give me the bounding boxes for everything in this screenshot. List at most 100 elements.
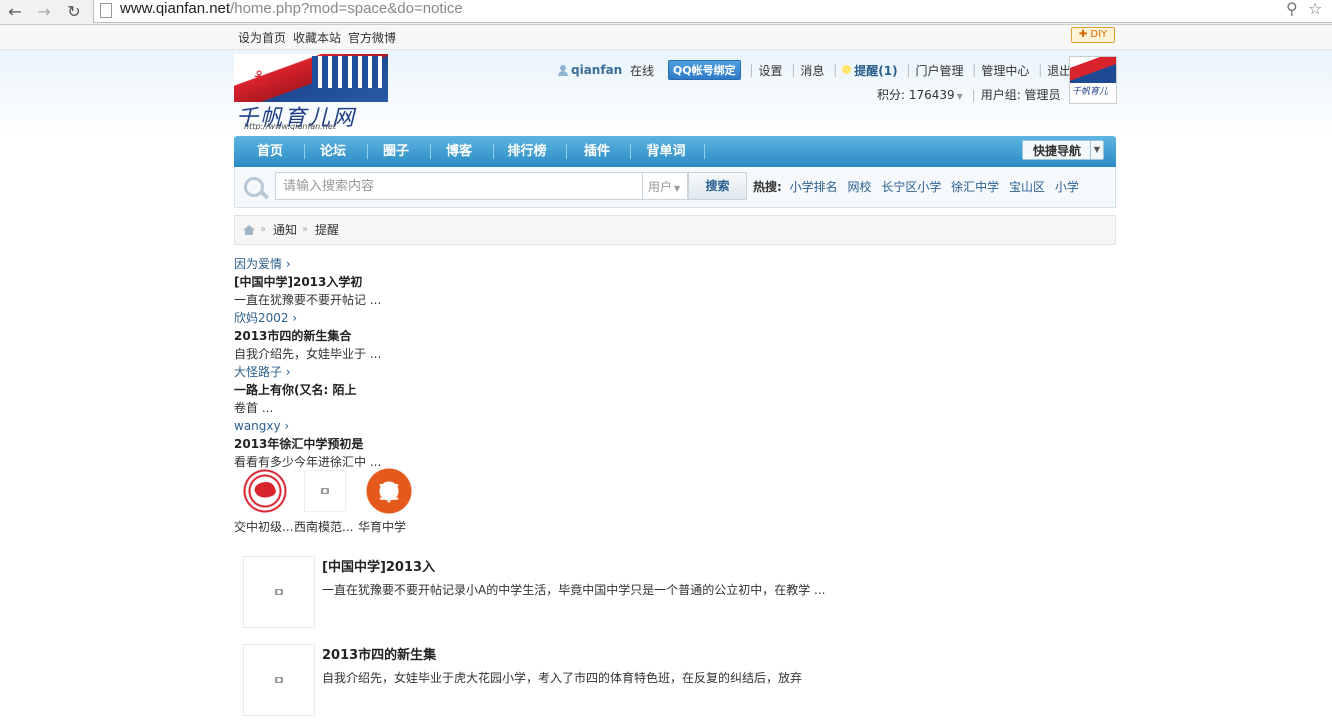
group-thumb-caption[interactable]: 西南模范... <box>294 518 356 535</box>
notice-title[interactable]: 一路上有你(又名: 陌上 <box>234 381 534 399</box>
notice-author[interactable]: 因为爱情 › <box>234 255 534 273</box>
school-seal-icon[interactable] <box>242 468 288 514</box>
bookmark-link[interactable]: 收藏本站 <box>293 31 341 45</box>
quick-nav-button[interactable]: 快捷导航 ▼ <box>1022 140 1104 160</box>
site-logo[interactable]: ⚓ 千帆育儿网 http://www.qianfan.net <box>234 54 388 130</box>
notice-author[interactable]: 大怪路子 › <box>234 363 534 381</box>
notice-summary: 卷首 ... <box>234 401 274 415</box>
article-title[interactable]: 2013市四的新生集 <box>322 644 436 663</box>
address-bar[interactable]: www.qianfan.net/home.php?mod=space&do=no… <box>93 0 1332 23</box>
article-thumbnail[interactable] <box>243 644 315 716</box>
user-icon <box>558 64 568 76</box>
user-stats: 积分: 176439 ▼ | 用户组: 管理员 <box>877 88 1061 102</box>
official-weibo-link[interactable]: 官方微博 <box>348 31 396 45</box>
notice-summary: 自我介绍先，女娃毕业于 ... <box>234 347 382 361</box>
nav-item-home[interactable]: 首页 <box>246 136 294 167</box>
logout-link[interactable]: 退出 <box>1047 62 1071 79</box>
search-bar: 请输入搜索内容 用户 ▼ 搜索 热搜: 小学排名 网校 长宁区小学 徐汇中学 宝山… <box>234 167 1116 208</box>
nav-item-plugins[interactable]: 插件 <box>571 136 623 167</box>
list-item: wangxy › 2013年徐汇中学预初是 看看有多少今年进徐汇中 ... <box>234 417 534 471</box>
hot-keyword[interactable]: 长宁区小学 <box>881 180 941 194</box>
list-item: 大怪路子 › 一路上有你(又名: 陌上 卷首 ... <box>234 363 534 417</box>
search-icon <box>244 177 264 197</box>
nav-item-blog[interactable]: 博客 <box>435 136 483 167</box>
nav-item-vocabulary[interactable]: 背单词 <box>635 136 697 167</box>
article-summary: 一直在犹豫要不要开帖记录小A的中学生活，毕竟中国中学只是一个普通的公立初中，在教… <box>322 583 826 597</box>
messages-link[interactable]: 消息 <box>800 62 824 79</box>
nav-item-forum[interactable]: 论坛 <box>309 136 357 167</box>
chevron-down-icon: ▼ <box>1090 141 1103 159</box>
remind-link[interactable]: 提醒(1) <box>854 62 897 79</box>
browser-toolbar: ← → ↻ www.qianfan.net/home.php?mod=space… <box>0 0 1332 25</box>
notice-summary: 一直在犹豫要不要开帖记 ... <box>234 293 382 307</box>
bulb-icon <box>842 64 852 76</box>
home-icon[interactable] <box>243 225 255 235</box>
main-nav: 首页 论坛 圈子 博客 排行榜 插件 背单词 快捷导航 ▼ <box>234 136 1116 167</box>
arrow-left-icon[interactable]: ← <box>4 2 26 22</box>
notice-author[interactable]: 欣妈2002 › <box>234 309 534 327</box>
hot-keyword[interactable]: 小学 <box>1055 180 1079 194</box>
group-thumb[interactable]: 交中初级... <box>234 468 296 535</box>
notice-title[interactable]: [中国中学]2013入学初 <box>234 273 534 291</box>
url-text[interactable]: www.qianfan.net/home.php?mod=space&do=no… <box>120 0 463 18</box>
article-item: [中国中学]2013入 一直在犹豫要不要开帖记录小A的中学生活，毕竟中国中学只是… <box>243 556 1103 632</box>
article-title[interactable]: [中国中学]2013入 <box>322 556 435 575</box>
breadcrumb: » 通知 » 提醒 <box>234 215 1116 245</box>
list-item: 因为爱情 › [中国中学]2013入学初 一直在犹豫要不要开帖记 ... <box>234 255 534 309</box>
quick-nav-label: 快捷导航 <box>1033 144 1082 158</box>
diy-button[interactable]: ✚ DIY <box>1071 27 1115 43</box>
hot-keyword[interactable]: 宝山区 <box>1009 180 1045 194</box>
search-button[interactable]: 搜索 <box>688 172 747 200</box>
camera-placeholder-icon[interactable] <box>304 470 346 512</box>
hot-search-label: 热搜: <box>753 180 782 194</box>
group-thumb-caption[interactable]: 华育中学 <box>358 518 420 535</box>
nav-item-group[interactable]: 圈子 <box>372 136 420 167</box>
search-icon[interactable]: ⚲ <box>1286 0 1298 18</box>
camera-icon <box>275 677 283 683</box>
group-thumbnails: 交中初级... 西南模范... 华育中学 <box>234 468 494 538</box>
search-input[interactable]: 请输入搜索内容 <box>275 172 643 200</box>
group-thumb[interactable]: 华育中学 <box>358 468 420 535</box>
avatar[interactable]: 千帆育儿 <box>1069 56 1117 104</box>
caret-down-icon[interactable]: ▼ <box>957 92 963 101</box>
breadcrumb-notice[interactable]: 通知 <box>273 216 297 244</box>
usergroup-link[interactable]: 用户组: 管理员 <box>981 88 1061 102</box>
notice-author[interactable]: wangxy › <box>234 417 534 435</box>
username-link[interactable]: qianfan <box>571 63 622 77</box>
breadcrumb-remind: 提醒 <box>315 223 340 237</box>
anchor-icon: ⚓ <box>250 66 268 90</box>
settings-link[interactable]: 设置 <box>758 62 782 79</box>
points-link[interactable]: 积分: 176439 <box>877 88 955 102</box>
top-utility-bar: 设为首页 收藏本站 官方微博 ✚ DIY <box>0 25 1332 50</box>
online-status: 在线 <box>630 63 655 78</box>
portal-admin-link[interactable]: 门户管理 <box>915 62 963 79</box>
nav-item-ranking[interactable]: 排行榜 <box>498 136 556 167</box>
notice-title[interactable]: 2013市四的新生集合 <box>234 327 534 345</box>
group-thumb[interactable]: 西南模范... <box>294 468 356 535</box>
hot-keyword[interactable]: 小学排名 <box>790 180 838 194</box>
article-item: 2013市四的新生集 自我介绍先，女娃毕业于虎大花园小学，考入了市四的体育特色班… <box>243 644 1103 720</box>
list-item: 欣妈2002 › 2013市四的新生集合 自我介绍先，女娃毕业于 ... <box>234 309 534 363</box>
search-type-select[interactable]: 用户 ▼ <box>643 172 688 200</box>
qq-bind-button[interactable]: QQ帐号绑定 <box>667 60 741 80</box>
hot-search: 热搜: 小学排名 网校 长宁区小学 徐汇中学 宝山区 小学 <box>753 178 1085 195</box>
star-icon[interactable]: ☆ <box>1308 0 1322 18</box>
arrow-right-icon[interactable]: → <box>33 2 55 22</box>
article-summary: 自我介绍先，女娃毕业于虎大花园小学，考入了市四的体育特色班，在反复的纠结后，放弃 <box>322 671 803 685</box>
school-badge-icon[interactable] <box>366 468 412 514</box>
breadcrumb-separator-icon: » <box>302 224 309 235</box>
reload-icon[interactable]: ↻ <box>63 2 85 22</box>
hot-keyword[interactable]: 徐汇中学 <box>951 180 999 194</box>
admin-center-link[interactable]: 管理中心 <box>981 62 1029 79</box>
article-thumbnail[interactable] <box>243 556 315 628</box>
user-menu: qianfan 在线 QQ帐号绑定 | 设置 | 消息 | 提醒(1) | 门户管理 |… <box>558 60 1071 80</box>
breadcrumb-separator-icon: » <box>260 224 267 235</box>
notice-title[interactable]: 2013年徐汇中学预初是 <box>234 435 534 453</box>
set-homepage-link[interactable]: 设为首页 <box>238 31 286 45</box>
page-icon <box>100 3 112 18</box>
camera-icon <box>275 589 283 595</box>
caret-down-icon: ▼ <box>674 184 681 193</box>
notice-list: 因为爱情 › [中国中学]2013入学初 一直在犹豫要不要开帖记 ... 欣妈2… <box>234 255 534 471</box>
group-thumb-caption[interactable]: 交中初级... <box>234 518 296 535</box>
hot-keyword[interactable]: 网校 <box>847 180 871 194</box>
